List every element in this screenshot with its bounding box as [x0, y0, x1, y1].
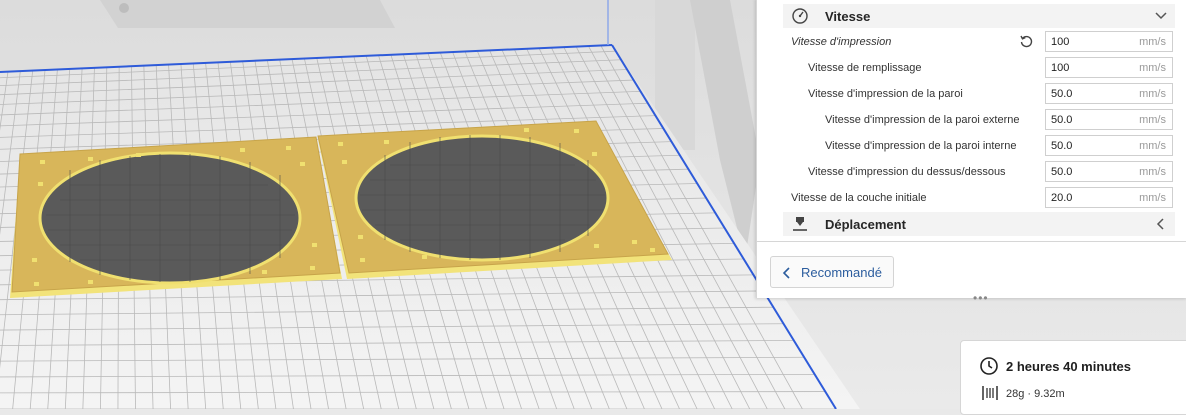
setting-label: Vitesse de remplissage: [808, 62, 922, 74]
model-fan-plate-left[interactable]: [10, 136, 342, 298]
setting-row-outer-wall-speed: Vitesse d'impression de la paroi externe…: [757, 107, 1175, 133]
clock-icon: [980, 357, 998, 375]
printer-top-bracket: [100, 0, 395, 28]
print-estimate-panel: 2 heures 40 minutes 28g · 9.32m: [960, 340, 1186, 415]
setting-row-wall-speed: Vitesse d'impression de la paroi 50.0 mm…: [757, 81, 1175, 107]
setting-input[interactable]: 100 mm/s: [1045, 57, 1173, 78]
material-usage: 28g · 9.32m: [1006, 388, 1065, 400]
panel-resize-handle[interactable]: •••: [973, 292, 989, 304]
filament-spool-icon: [982, 386, 998, 400]
setting-value: 20.0: [1051, 192, 1073, 204]
setting-unit: mm/s: [1139, 192, 1166, 204]
setting-input[interactable]: 50.0 mm/s: [1045, 135, 1173, 156]
setting-unit: mm/s: [1139, 36, 1166, 48]
setting-unit: mm/s: [1139, 114, 1166, 126]
setting-input[interactable]: 20.0 mm/s: [1045, 187, 1173, 208]
setting-value: 50.0: [1051, 88, 1073, 100]
print-settings-panel: Vitesse Vitesse d'impression 100 mm/s Vi…: [756, 0, 1186, 304]
setting-value: 50.0: [1051, 114, 1073, 126]
bracket-screw: [119, 3, 129, 13]
setting-input[interactable]: 50.0 mm/s: [1045, 109, 1173, 130]
setting-label: Vitesse d'impression du dessus/dessous: [808, 166, 1006, 178]
setting-row-initial-layer-speed: Vitesse de la couche initiale 20.0 mm/s: [757, 185, 1175, 211]
setting-row-top-bottom-speed: Vitesse d'impression du dessus/dessous 5…: [757, 159, 1175, 185]
chevron-left-icon: [782, 267, 790, 279]
setting-label: Vitesse d'impression: [791, 36, 892, 48]
setting-value: 50.0: [1051, 140, 1073, 152]
setting-input[interactable]: 100 mm/s: [1045, 31, 1173, 52]
speedometer-icon: [792, 8, 808, 24]
section-title-speed: Vitesse: [825, 8, 871, 24]
setting-row-inner-wall-speed: Vitesse d'impression de la paroi interne…: [757, 133, 1175, 159]
nozzle-icon: [793, 217, 807, 231]
setting-unit: mm/s: [1139, 166, 1166, 178]
setting-value: 100: [1051, 62, 1070, 74]
setting-input[interactable]: 50.0 mm/s: [1045, 161, 1173, 182]
section-header-travel[interactable]: Déplacement: [783, 212, 1175, 236]
setting-unit: mm/s: [1139, 140, 1166, 152]
setting-label: Vitesse de la couche initiale: [791, 192, 927, 204]
panel-divider: [757, 241, 1186, 242]
setting-value: 100: [1051, 36, 1070, 48]
recommended-button[interactable]: Recommandé: [770, 256, 894, 288]
chevron-down-icon[interactable]: [1153, 8, 1169, 24]
setting-input[interactable]: 50.0 mm/s: [1045, 83, 1173, 104]
setting-row-infill-speed: Vitesse de remplissage 100 mm/s: [757, 55, 1175, 81]
setting-label: Vitesse d'impression de la paroi: [808, 88, 963, 100]
setting-label: Vitesse d'impression de la paroi interne: [825, 140, 1017, 152]
setting-unit: mm/s: [1139, 88, 1166, 100]
setting-row-print-speed: Vitesse d'impression 100 mm/s: [757, 29, 1175, 55]
section-header-speed[interactable]: Vitesse: [783, 4, 1175, 28]
setting-value: 50.0: [1051, 166, 1073, 178]
recommended-button-label: Recommandé: [801, 265, 882, 280]
chevron-left-icon[interactable]: [1153, 216, 1169, 232]
print-time: 2 heures 40 minutes: [1006, 359, 1131, 374]
setting-label: Vitesse d'impression de la paroi externe: [825, 114, 1020, 126]
reset-icon[interactable]: [1019, 34, 1033, 48]
section-title-travel: Déplacement: [825, 216, 906, 232]
setting-unit: mm/s: [1139, 62, 1166, 74]
